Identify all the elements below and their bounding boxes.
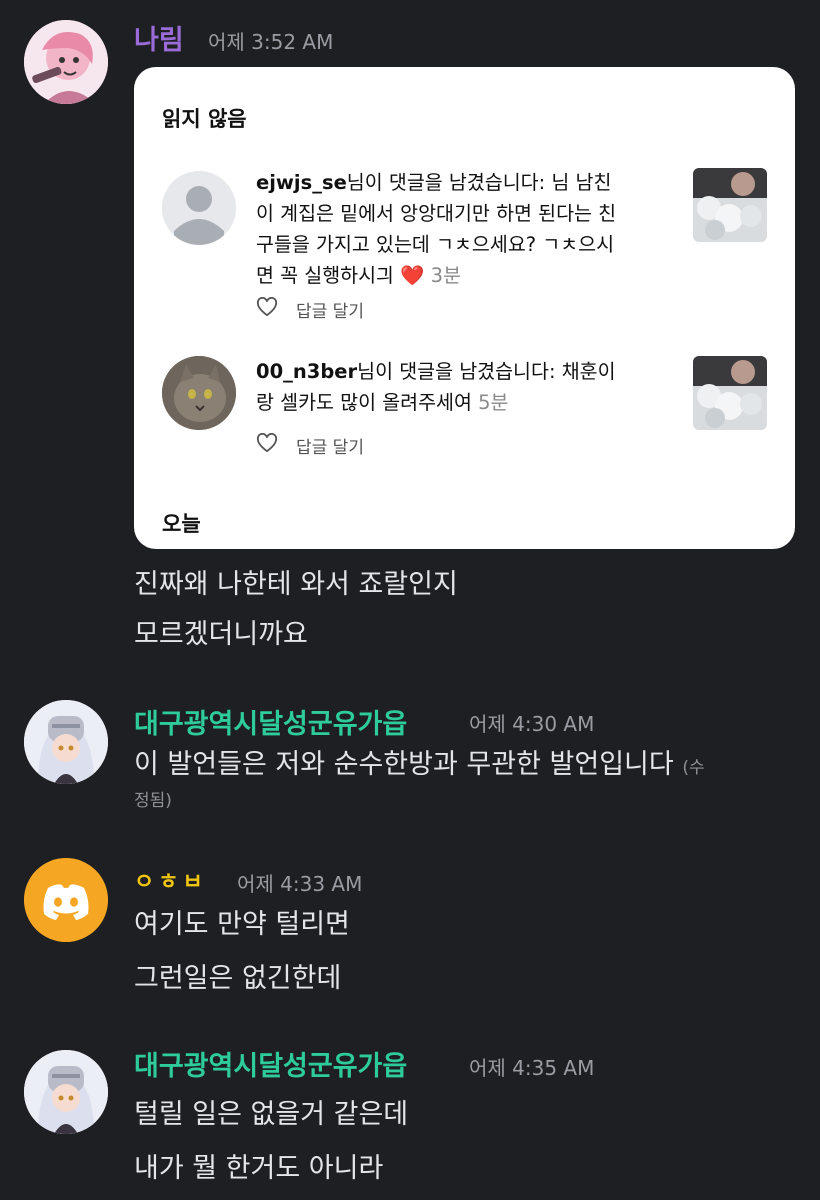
- notif-line: 님이 댓글을 남겼습니다: 님 남친: [346, 171, 612, 194]
- edited-tag: (수: [682, 758, 705, 778]
- timestamp: 어제 4:33 AM: [237, 872, 363, 896]
- avatar[interactable]: [24, 1050, 108, 1134]
- username[interactable]: 나림: [134, 18, 184, 57]
- cat-avatar: [162, 356, 236, 430]
- notif-user[interactable]: ejwjs_se: [256, 171, 347, 194]
- timestamp: 어제 4:35 AM: [469, 1056, 595, 1080]
- message-line: 내가 뭘 한거도 아니라: [134, 1153, 384, 1184]
- notif-line: 구들을 가지고 있는데 ㄱㅊ으세요? ㄱㅊ으시: [256, 233, 615, 256]
- notif-line: 님이 댓글을 남겼습니다: 채훈이: [357, 360, 616, 383]
- timestamp: 어제 3:52 AM: [208, 30, 334, 54]
- heart-icon[interactable]: [256, 297, 278, 317]
- timestamp: 어제 4:30 AM: [469, 712, 595, 736]
- edited-tag: 정됨): [134, 791, 172, 811]
- message-line: 그런일은 없긴한데: [134, 963, 342, 994]
- notif-line: 면 꼭 실행하시긔 ❤️: [256, 264, 425, 287]
- notification-text: 00_n3ber님이 댓글을 남겼습니다: 채훈이 랑 셀카도 많이 올려주세여…: [256, 356, 681, 418]
- post-thumbnail[interactable]: [693, 356, 767, 430]
- message-line: 털릴 일은 없을거 같은데: [134, 1099, 409, 1130]
- username[interactable]: 대구광역시달성군유가읍: [134, 1044, 407, 1083]
- notif-line: 랑 셀카도 많이 올려주세여: [256, 391, 472, 414]
- avatar[interactable]: [24, 20, 108, 104]
- default-profile-icon: [162, 171, 236, 245]
- reply-button[interactable]: 답글 달기: [296, 297, 364, 322]
- reply-button[interactable]: 답글 달기: [296, 433, 364, 458]
- discord-default-avatar[interactable]: [24, 858, 108, 942]
- username[interactable]: 대구광역시달성군유가읍: [134, 702, 407, 741]
- message-text: 이 발언들은 저와 순수한방과 무관한 발언입니다: [134, 749, 674, 780]
- avatar[interactable]: [24, 700, 108, 784]
- section-today-heading: 오늘: [162, 512, 201, 536]
- notification-text: ejwjs_se님이 댓글을 남겼습니다: 님 남친 이 계집은 밑에서 앙앙대…: [256, 167, 681, 291]
- username[interactable]: ㅇㅎㅂ: [134, 864, 207, 896]
- message-line: 모르겠더니까요: [134, 619, 308, 650]
- message-line: 진짜왜 나한테 와서 죠랄인지: [134, 569, 458, 600]
- notif-line: 이 계집은 밑에서 앙앙대기만 하면 된다는 친: [256, 202, 617, 225]
- heart-icon[interactable]: [256, 433, 278, 453]
- notif-user[interactable]: 00_n3ber: [256, 360, 357, 383]
- post-thumbnail[interactable]: [693, 168, 767, 242]
- section-unread-heading: 읽지 않음: [162, 107, 247, 131]
- notif-time: 3분: [430, 264, 462, 287]
- notif-time: 5분: [478, 391, 509, 414]
- message-line: 여기도 만약 털리면: [134, 909, 350, 940]
- embedded-image[interactable]: 읽지 않음 ejwjs_se님이 댓글을 남겼습니다: 님 남친 이 계집은 밑…: [134, 67, 795, 549]
- message-line: 이 발언들은 저와 순수한방과 무관한 발언입니다 (수: [134, 742, 705, 781]
